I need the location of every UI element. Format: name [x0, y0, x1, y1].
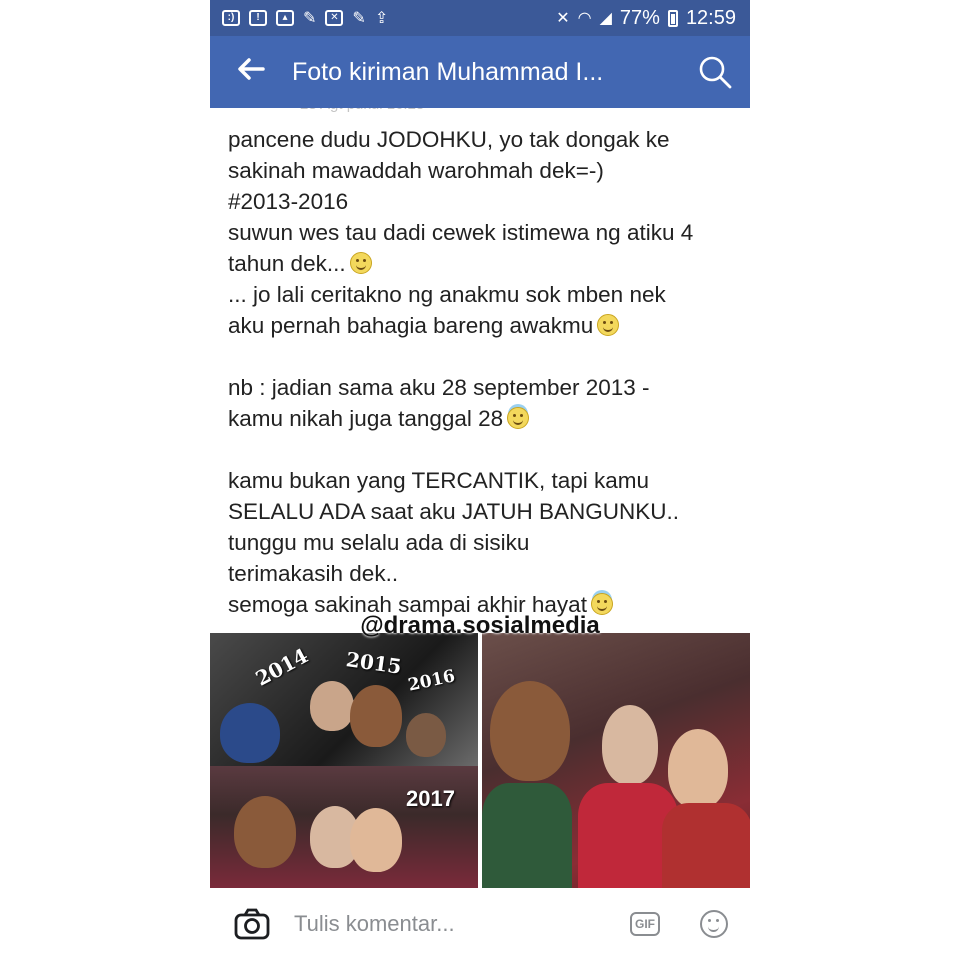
battery-percent: 77%	[619, 6, 660, 29]
post-line: suwun wes tau dadi cewek istimewa ng ati…	[228, 220, 694, 245]
watermark: @drama.sosialmedia	[360, 612, 600, 639]
person-figure	[310, 681, 354, 731]
gif-button[interactable]: GIF	[630, 912, 660, 936]
post-line: ... jo lali ceritakno ng anakmu sok mben…	[228, 282, 666, 307]
sticker-icon[interactable]	[700, 910, 728, 938]
post-spacer	[228, 341, 728, 372]
person-figure	[482, 783, 572, 888]
photo-collage[interactable]: 2014 2015 2016 2017	[210, 633, 478, 888]
post-spacer	[228, 434, 728, 465]
notification-icons: :) ! ▴ ✎ ✕ ✎ ⇪	[210, 8, 388, 28]
signal-icon: ◢	[599, 10, 612, 27]
year-label: 2017	[406, 786, 455, 811]
clock: 12:59	[685, 6, 736, 29]
arrow-left-icon[interactable]	[210, 55, 292, 89]
comment-bar: Tulis komentar... GIF	[210, 888, 750, 960]
camera-icon[interactable]	[210, 908, 294, 940]
cleaner-icon: ✎	[303, 10, 317, 27]
post-line: SELALU ADA saat aku JATUH BANGUNKU..	[228, 499, 679, 524]
year-label: 2014	[251, 643, 313, 691]
post-text: pancene dudu JODOHKU, yo tak dongak ke s…	[228, 124, 728, 620]
status-bar: :) ! ▴ ✎ ✕ ✎ ⇪ ✕ ◠ ◢ 77% 12:59	[210, 0, 750, 36]
year-label: 2015	[344, 647, 404, 679]
post-line: tahun dek...	[228, 248, 728, 279]
person-figure	[220, 703, 280, 763]
post-line-text: tahun dek...	[228, 251, 346, 276]
person-figure	[490, 681, 570, 781]
person-figure	[406, 713, 446, 757]
post-line: kamu bukan yang TERCANTIK, tapi kamu	[228, 468, 650, 493]
image-icon: ▴	[276, 10, 294, 26]
post-line: pancene dudu JODOHKU, yo tak dongak ke	[228, 127, 670, 152]
page-title: Foto kiriman Muhammad I...	[292, 57, 604, 86]
collage-bottom-image: 2017	[210, 766, 478, 888]
mute-icon: ✕	[556, 10, 570, 27]
alert-icon: !	[249, 10, 267, 26]
post-line-text: kamu nikah juga tanggal 28	[228, 406, 504, 431]
post-line: #2013-2016	[228, 189, 349, 214]
post-line-text: aku pernah bahagia bareng awakmu	[228, 313, 594, 338]
system-status: ✕ ◠ ◢ 77% 12:59	[556, 7, 750, 30]
person-figure	[234, 796, 296, 868]
smiley-emoji-icon	[349, 252, 372, 274]
person-figure	[350, 808, 402, 872]
post-line: kamu nikah juga tanggal 28	[228, 403, 728, 434]
wedding-photo[interactable]	[482, 633, 750, 888]
mail-icon: ✕	[325, 10, 344, 26]
cleaner-icon: ✎	[352, 10, 366, 27]
smiley-emoji-icon	[597, 314, 620, 336]
angel-emoji-icon	[507, 407, 530, 429]
person-figure	[662, 803, 750, 888]
person-figure	[602, 705, 658, 785]
usb-icon: ⇪	[374, 10, 389, 27]
app-bar: Foto kiriman Muhammad I...	[210, 36, 750, 108]
post-photos: 2014 2015 2016 2017	[210, 633, 750, 888]
search-icon[interactable]	[680, 54, 750, 90]
battery-icon	[667, 9, 678, 27]
collage-top-image: 2014 2015 2016	[210, 633, 478, 766]
message-icon: :)	[222, 10, 240, 26]
phone-screen: :) ! ▴ ✎ ✕ ✎ ⇪ ✕ ◠ ◢ 77% 12:59 Foto kiri…	[210, 0, 750, 960]
post-line: sakinah mawaddah warohmah dek=-)	[228, 158, 604, 183]
person-figure	[350, 685, 402, 747]
post-line: aku pernah bahagia bareng awakmu	[228, 310, 728, 341]
wifi-icon: ◠	[577, 10, 592, 27]
year-label: 2016	[406, 666, 457, 696]
post-line: terimakasih dek..	[228, 561, 399, 586]
comment-input[interactable]: Tulis komentar...	[294, 911, 630, 937]
post-line: tunggu mu selalu ada di sisiku	[228, 530, 530, 555]
post-line: nb : jadian sama aku 28 september 2013 -	[228, 375, 650, 400]
person-figure	[668, 729, 728, 809]
